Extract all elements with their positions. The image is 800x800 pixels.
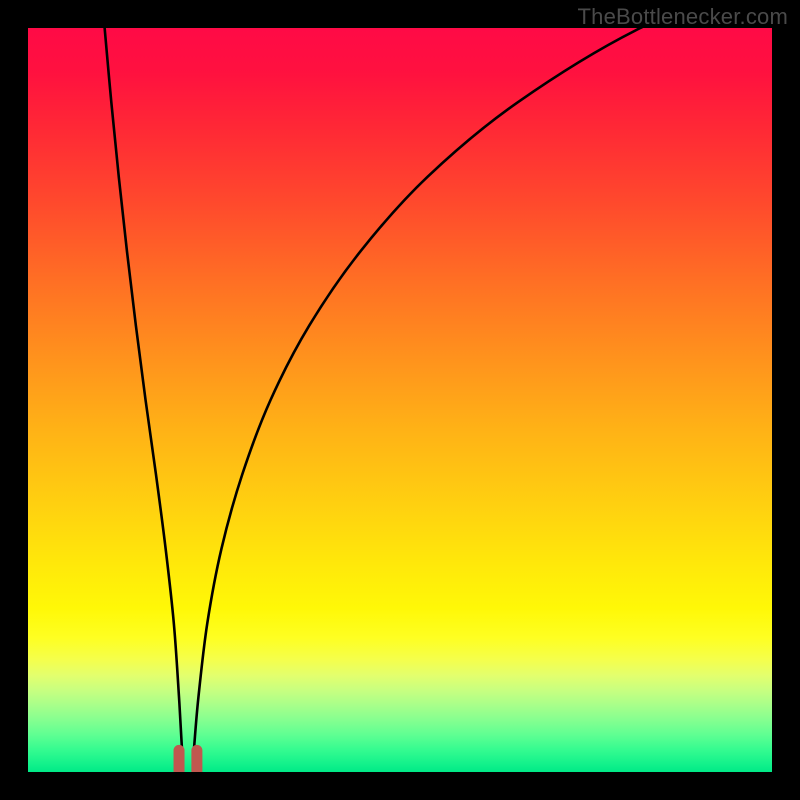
marker-group [179, 750, 197, 772]
watermark-text: TheBottlenecker.com [578, 4, 788, 30]
curve-right-branch [194, 28, 772, 750]
curve-left-branch [105, 28, 182, 750]
bottleneck-curve [28, 28, 772, 772]
chart-frame: TheBottlenecker.com [0, 0, 800, 800]
plot-area [28, 28, 772, 772]
optimal-marker [179, 750, 197, 772]
curve-group [105, 28, 772, 750]
